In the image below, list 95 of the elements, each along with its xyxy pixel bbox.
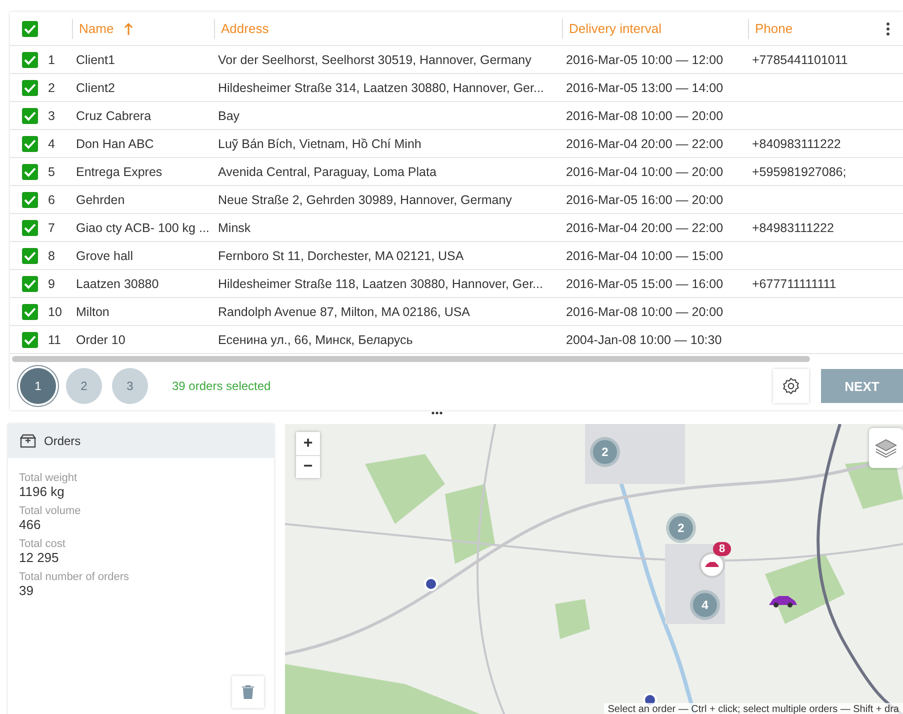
- zoom-out-button[interactable]: −: [296, 455, 320, 478]
- table-cell-text: 2016-Mar-05 16:00 — 20:00: [565, 192, 724, 206]
- page-button[interactable]: 1: [20, 368, 56, 404]
- table-cell-text: Entrega Expres: [75, 164, 164, 178]
- table-cell-text: +595981927086;: [751, 164, 848, 178]
- stat-value: 1196 kg: [19, 484, 66, 499]
- column-header[interactable]: Address: [221, 21, 269, 36]
- table-cell-text: Luỹ Bán Bích, Vietnam, Hồ Chí Minh: [217, 136, 422, 150]
- stat-label: Total weight: [19, 472, 78, 484]
- stat-value: 466: [19, 517, 42, 532]
- table-cell-text: Randolph Avenue 87, Milton, MA 02186, USA: [217, 304, 472, 318]
- table-cell-text: Bay: [217, 108, 241, 122]
- checkbox[interactable]: [22, 108, 38, 124]
- checkbox[interactable]: [22, 248, 38, 264]
- row-number: 5: [47, 164, 56, 178]
- table-cell-text: Avenida Central, Paraguay, Loma Plata: [217, 164, 438, 178]
- checkbox[interactable]: [22, 332, 38, 348]
- table-cell-text: 2016-Mar-05 10:00 — 12:00: [565, 52, 724, 66]
- stat-value: 39: [19, 583, 34, 598]
- panel-title: Orders: [44, 434, 81, 448]
- next-button[interactable]: NEXT: [821, 369, 903, 403]
- stat-label: Total number of orders: [19, 571, 130, 583]
- more-icon[interactable]: [886, 22, 890, 36]
- delete-button[interactable]: [232, 676, 264, 708]
- page-button[interactable]: 2: [66, 368, 102, 404]
- table-cell-text: Есенина ул., 66, Минск, Беларусь: [217, 332, 414, 346]
- row-number: 8: [47, 248, 56, 262]
- column-header[interactable]: Phone: [755, 21, 793, 36]
- table-cell-text: Vor der Seelhorst, Seelhorst 30519, Hannover, Germany: [217, 52, 532, 66]
- scrollbar[interactable]: [12, 356, 810, 362]
- car-icon[interactable]: [768, 594, 798, 608]
- trash-icon: [242, 685, 254, 699]
- row-number: 10: [47, 304, 63, 318]
- table-cell-text: 2016-Mar-04 10:00 — 20:00: [565, 164, 724, 178]
- table-cell-text: Neue Straße 2, Gehrden 30989, Hannover, Germany: [217, 192, 513, 206]
- table-cell-text: Gehrden: [75, 192, 126, 206]
- settings-button[interactable]: [773, 369, 809, 403]
- table-cell-text: 2016-Mar-08 10:00 — 20:00: [565, 108, 724, 122]
- checkbox[interactable]: [22, 220, 38, 236]
- table-cell-text: Minsk: [217, 220, 252, 234]
- sort-arrow-icon: [124, 22, 133, 34]
- table-cell-text: Hildesheimer Straße 118, Laatzen 30880, Hannover, Ger...: [217, 276, 544, 290]
- table-cell-text: Grove hall: [75, 248, 134, 262]
- table-cell-text: Milton: [75, 304, 110, 318]
- table-cell-text: Fernboro St 11, Dorchester, MA 02121, USA: [217, 248, 465, 262]
- checkbox[interactable]: [22, 164, 38, 180]
- table-cell-text: +677711111111: [751, 276, 838, 290]
- table-cell-text: +84983111222: [751, 220, 835, 234]
- row-number: 2: [47, 80, 56, 94]
- stat-label: Total cost: [19, 538, 66, 550]
- layers-icon: [875, 437, 897, 459]
- row-number: 3: [47, 108, 56, 122]
- table-cell-text: Hildesheimer Straße 314, Laatzen 30880, Hannover, Ger...: [217, 80, 545, 94]
- column-header[interactable]: Name: [79, 21, 133, 36]
- checkbox[interactable]: [22, 20, 38, 36]
- row-number: 1: [47, 52, 56, 66]
- selection-count: 39 orders selected: [172, 379, 272, 393]
- row-number: 6: [47, 192, 56, 206]
- table-cell-text: Client1: [75, 52, 116, 66]
- checkbox[interactable]: [22, 276, 38, 292]
- zoom-in-button[interactable]: +: [296, 432, 320, 455]
- column-header[interactable]: Delivery interval: [569, 21, 662, 36]
- checkbox[interactable]: [22, 304, 38, 320]
- checkbox[interactable]: [22, 52, 38, 68]
- table-cell-text: 2016-Mar-04 20:00 — 22:00: [565, 136, 724, 150]
- table-cell-text: Laatzen 30880: [75, 276, 160, 290]
- table-cell-text: Client2: [75, 80, 116, 94]
- row-number: 11: [47, 332, 62, 346]
- map-hint: Select an order — Ctrl + click; select multiple orders — Shift + dra: [604, 703, 903, 714]
- table-cell-text: 2016-Mar-05 13:00 — 14:00: [565, 80, 724, 94]
- layers-button[interactable]: [869, 428, 903, 468]
- table-cell-text: 2016-Mar-08 10:00 — 20:00: [565, 304, 724, 318]
- stat-label: Total volume: [19, 505, 82, 517]
- table-cell-text: Cruz Cabrera: [75, 108, 152, 122]
- table-cell-text: 2004-Jan-08 10:00 — 10:30: [565, 332, 723, 346]
- table-cell-text: Order 10: [75, 332, 126, 346]
- page-button[interactable]: 3: [112, 368, 148, 404]
- checkbox[interactable]: [22, 192, 38, 208]
- resize-handle-icon[interactable]: [430, 411, 442, 415]
- table-cell-text: Giao cty ACB- 100 kg ...: [75, 220, 210, 234]
- table-cell-text: +7785441101011: [751, 52, 849, 66]
- row-number: 9: [47, 276, 56, 290]
- table-cell-text: Don Han ABC: [75, 136, 155, 150]
- car-icon: [704, 561, 720, 569]
- box-icon: [20, 434, 36, 448]
- row-number: 4: [47, 136, 56, 150]
- checkbox[interactable]: [22, 80, 38, 96]
- table-cell-text: +840983111222: [751, 136, 842, 150]
- table-cell-text: 2016-Mar-05 15:00 — 16:00: [565, 276, 724, 290]
- stat-value: 12 295: [19, 550, 60, 565]
- settings-icon: [782, 377, 800, 395]
- table-cell-text: 2016-Mar-04 10:00 — 15:00: [565, 248, 724, 262]
- table-cell-text: 2016-Mar-04 20:00 — 22:00: [565, 220, 724, 234]
- row-number: 7: [47, 220, 56, 234]
- checkbox[interactable]: [22, 136, 38, 152]
